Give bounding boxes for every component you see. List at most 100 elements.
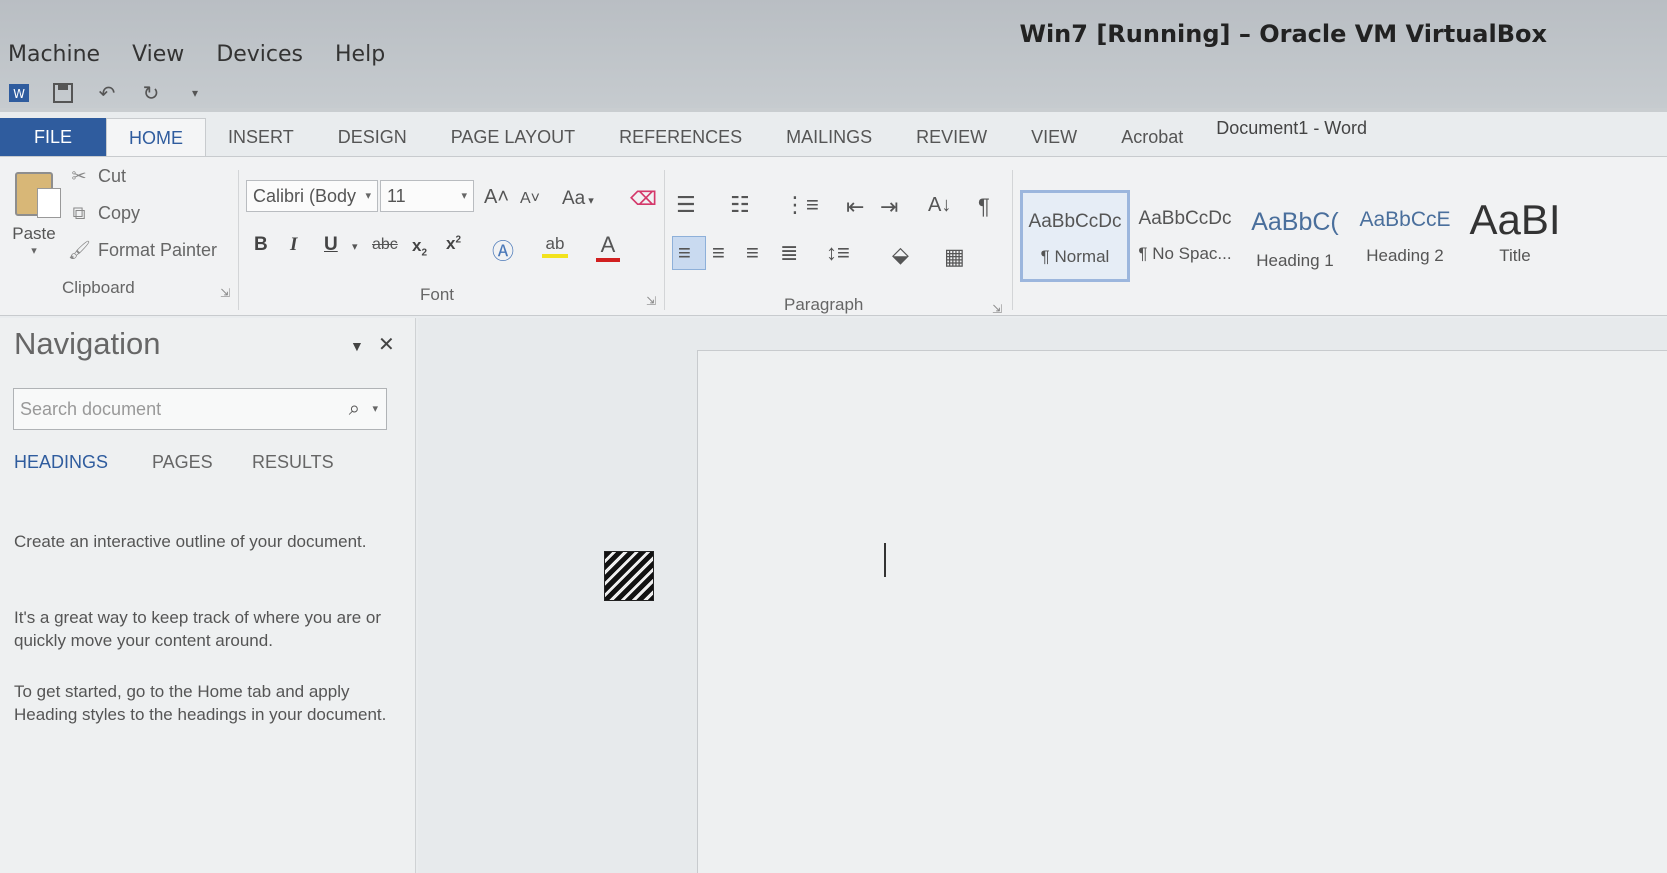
nav-help-text: To get started, go to the Home tab and a… [14, 682, 387, 724]
styles-gallery: AaBbCcDc ¶ Normal AaBbCcDc ¶ No Spac... … [1020, 190, 1667, 282]
menu-view[interactable]: View [132, 42, 184, 67]
font-color-glyph-icon: A [600, 232, 616, 257]
vbox-menubar: Machine View Devices Help [8, 42, 385, 67]
tab-review[interactable]: REVIEW [894, 118, 1009, 156]
highlight-icon[interactable]: ab [542, 234, 568, 258]
justify-icon[interactable]: ≣ [780, 240, 798, 266]
tab-insert[interactable]: INSERT [206, 118, 316, 156]
text-cursor [884, 543, 886, 577]
nav-tab-headings[interactable]: HEADINGS [14, 452, 108, 473]
change-case-button[interactable]: Aa ▾ [562, 188, 594, 210]
ribbon-tabs: FILE HOME INSERT DESIGN PAGE LAYOUT REFE… [0, 116, 1205, 156]
vbox-window-title: Win7 [Running] – Oracle VM VirtualBox [1019, 20, 1547, 48]
close-icon[interactable]: ✕ [378, 332, 395, 357]
redo-icon[interactable]: ↻ [138, 80, 164, 106]
align-center-icon[interactable]: ≡ [712, 240, 725, 266]
highlighter-glyph-icon: ab [545, 234, 565, 253]
increase-indent-icon[interactable]: ⇥ [880, 194, 898, 220]
format-painter-button[interactable]: 🖌 Format Painter [68, 240, 217, 261]
group-divider [664, 170, 665, 310]
font-size-value: 11 [387, 186, 406, 206]
nav-tab-pages[interactable]: PAGES [152, 452, 213, 473]
shrink-font-icon[interactable]: A˅ [520, 190, 540, 208]
menu-machine[interactable]: Machine [8, 42, 100, 67]
style-sample: AaBI [1469, 196, 1561, 243]
copy-label: Copy [98, 203, 141, 223]
clipboard-group-label: Clipboard [62, 278, 135, 297]
save-icon[interactable] [50, 80, 76, 106]
style-no-spacing[interactable]: AaBbCcDc ¶ No Spac... [1130, 190, 1240, 282]
style-title[interactable]: AaBI Title [1460, 190, 1570, 282]
paste-button[interactable]: Paste ▾ [8, 172, 61, 262]
menu-help[interactable]: Help [335, 42, 385, 67]
shading-icon[interactable]: ⬙ [892, 242, 909, 268]
underline-dropdown-icon[interactable]: ▾ [352, 240, 358, 253]
cut-label: Cut [98, 166, 127, 186]
style-normal[interactable]: AaBbCcDc ¶ Normal [1020, 190, 1130, 282]
align-left-icon[interactable]: ≡ [678, 240, 691, 266]
superscript-button[interactable]: x2 [446, 234, 461, 254]
word-app-icon[interactable]: W [6, 80, 32, 106]
tab-mailings[interactable]: MAILINGS [764, 118, 894, 156]
nav-help-text: It's a great way to keep track of where … [14, 608, 382, 650]
tab-references[interactable]: REFERENCES [597, 118, 764, 156]
tab-file[interactable]: FILE [0, 118, 107, 156]
style-heading-2[interactable]: AaBbCcE Heading 2 [1350, 190, 1460, 282]
numbering-icon[interactable]: ☷ [730, 192, 750, 218]
search-icon[interactable]: ⌕ [349, 389, 360, 429]
search-input[interactable]: Search document ⌕ ▾ [13, 388, 387, 430]
nav-help-text: Create an interactive outline of your do… [14, 532, 367, 551]
style-heading-1[interactable]: AaBbC( Heading 1 [1240, 190, 1350, 282]
chevron-down-icon[interactable]: ▾ [372, 389, 378, 429]
tab-page-layout[interactable]: PAGE LAYOUT [429, 118, 597, 156]
tab-view[interactable]: VIEW [1009, 118, 1099, 156]
font-group-label: Font [420, 285, 455, 304]
pane-options-icon[interactable]: ▼ [350, 338, 364, 354]
grow-font-icon[interactable]: A˄ [484, 186, 509, 209]
copy-button[interactable]: ⧉ Copy [68, 203, 140, 224]
search-placeholder: Search document [20, 399, 162, 419]
line-spacing-icon[interactable]: ↕≡ [826, 240, 850, 266]
bold-button[interactable]: B [254, 234, 268, 256]
highlight-color-bar [542, 254, 568, 258]
paragraph-group-label: Paragraph [784, 295, 864, 314]
tab-acrobat[interactable]: Acrobat [1099, 118, 1205, 156]
font-size-dropdown[interactable]: 11 ▾ [380, 180, 474, 212]
text-effects-icon[interactable]: Ⓐ [492, 234, 514, 266]
font-name-dropdown[interactable]: Calibri (Body ▾ [246, 180, 378, 212]
copy-icon: ⧉ [72, 203, 86, 223]
undo-icon[interactable]: ↶ [94, 80, 120, 106]
underline-button[interactable]: U [324, 234, 338, 256]
clear-formatting-icon[interactable]: ⌫ [630, 188, 657, 211]
paragraph-launcher-icon[interactable]: ⇲ [992, 302, 1002, 316]
document-title: Document1 - Word [1216, 118, 1367, 138]
customize-qat-icon[interactable]: ▾ [182, 80, 208, 106]
decrease-indent-icon[interactable]: ⇤ [846, 194, 864, 220]
subscript-button[interactable]: x2 [412, 236, 427, 258]
paintbrush-icon: 🖌 [68, 240, 91, 260]
show-paragraph-marks-icon[interactable]: ¶ [978, 194, 990, 220]
font-color-bar [596, 258, 620, 262]
borders-icon[interactable]: ▦ [944, 244, 965, 270]
align-right-icon[interactable]: ≡ [746, 240, 759, 266]
tab-home[interactable]: HOME [106, 118, 207, 156]
cut-button[interactable]: ✂ Cut [68, 166, 126, 187]
sort-icon[interactable]: A↓ [928, 194, 951, 217]
style-name: Title [1499, 246, 1531, 265]
multilevel-list-icon[interactable]: ⋮≡ [784, 192, 819, 218]
style-name: Heading 1 [1256, 251, 1334, 270]
group-divider [238, 170, 239, 310]
format-painter-label: Format Painter [98, 240, 218, 260]
nav-tab-results[interactable]: RESULTS [252, 452, 334, 473]
paste-icon [15, 172, 61, 218]
paste-label: Paste [12, 224, 56, 243]
document-page[interactable] [697, 350, 1667, 873]
italic-button[interactable]: I [290, 234, 297, 256]
tab-design[interactable]: DESIGN [316, 118, 429, 156]
font-color-icon[interactable]: A [596, 232, 620, 262]
font-launcher-icon[interactable]: ⇲ [646, 294, 656, 308]
menu-devices[interactable]: Devices [216, 42, 303, 67]
bullets-icon[interactable]: ☰ [676, 192, 696, 218]
clipboard-launcher-icon[interactable]: ⇲ [220, 286, 230, 300]
strikethrough-button[interactable]: abc [372, 236, 398, 254]
